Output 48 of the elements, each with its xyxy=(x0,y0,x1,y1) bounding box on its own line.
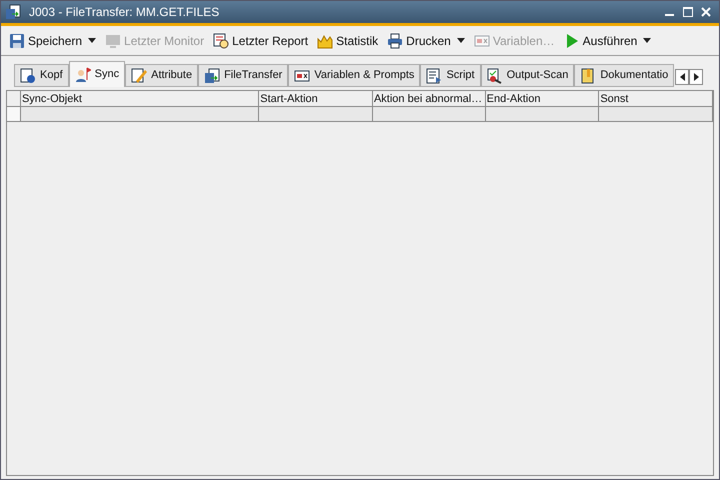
caret-icon[interactable] xyxy=(456,38,465,43)
tab[interactable]: Script xyxy=(420,64,481,87)
left-arrow-icon xyxy=(680,73,685,81)
toolbar-button[interactable]: Drucken xyxy=(387,32,451,50)
column-header[interactable]: End-Aktion xyxy=(486,91,600,106)
tab[interactable]: Output-Scan xyxy=(480,64,574,87)
table-cell[interactable] xyxy=(372,107,486,121)
book-icon xyxy=(580,68,596,84)
caret-icon[interactable] xyxy=(643,38,652,43)
tab[interactable]: FileTransfer xyxy=(198,64,288,87)
scroll-right-button[interactable] xyxy=(689,69,704,85)
toolbar-button[interactable]: Statistik xyxy=(317,32,378,50)
window-title: J003 - FileTransfer: MM.GET.FILES xyxy=(29,4,220,21)
column-header[interactable]: Sync-Objekt xyxy=(20,91,260,106)
column-header[interactable]: Start-Aktion xyxy=(259,91,373,106)
monitor-icon xyxy=(105,32,122,48)
variables-icon xyxy=(474,32,490,48)
file-transfer-icon xyxy=(204,68,220,84)
toolbar-button[interactable]: Speichern xyxy=(9,32,82,50)
report-clock-icon xyxy=(213,32,230,48)
table-cell[interactable] xyxy=(259,107,373,121)
printer-icon xyxy=(387,32,404,48)
script-icon xyxy=(426,68,442,84)
toolbar-button[interactable]: Ausführen xyxy=(564,32,638,50)
row-header[interactable] xyxy=(7,107,21,121)
right-arrow-icon xyxy=(694,73,699,81)
file-transfer-icon xyxy=(5,4,21,20)
table-cell[interactable] xyxy=(20,107,260,121)
magnifier-document-icon xyxy=(486,68,503,84)
scroll-left-button[interactable] xyxy=(675,69,690,85)
table-cell[interactable] xyxy=(599,107,713,121)
caret-icon[interactable] xyxy=(88,38,96,43)
column-header[interactable]: Aktion bei abnormal… xyxy=(372,91,486,106)
variables-icon xyxy=(294,68,310,84)
person-flag-icon xyxy=(74,66,91,82)
close-icon[interactable] xyxy=(701,7,711,17)
tab[interactable]: Sync xyxy=(68,61,126,87)
pencil-icon xyxy=(131,68,148,84)
tab[interactable]: Kopf xyxy=(14,64,69,87)
column-header[interactable]: Sonst xyxy=(599,91,713,106)
table-cell[interactable] xyxy=(486,107,600,121)
toolbar-button[interactable]: Letzter Report xyxy=(213,32,308,50)
chart-icon xyxy=(317,32,334,48)
tab[interactable]: Dokumentatio xyxy=(574,64,674,87)
tab[interactable]: Attribute xyxy=(125,64,198,87)
maximize-icon[interactable] xyxy=(683,7,693,17)
info-document-icon xyxy=(20,68,36,84)
tab[interactable]: Variablen & Prompts xyxy=(288,64,420,87)
